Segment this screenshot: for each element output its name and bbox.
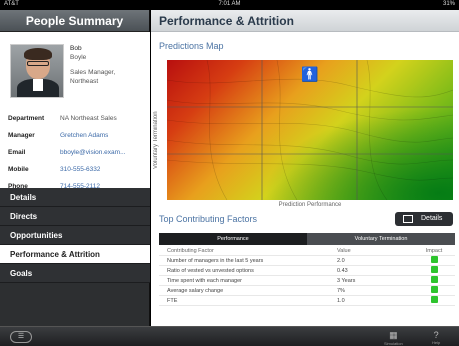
impact-indicator (430, 266, 438, 273)
email-link[interactable]: bboyle@vision.exam... (60, 149, 126, 156)
profile-card: Bob Boyle Sales Manager, Northeast Depar… (0, 32, 150, 190)
bottom-toolbar: ☰ ▦ Simulation ? Help (0, 326, 459, 346)
nav-item-opportunities[interactable]: Opportunities (0, 226, 150, 245)
department-value: NA Northeast Sales (60, 115, 117, 122)
x-axis-label: Prediction Performance (278, 202, 342, 208)
impact-indicator (430, 286, 438, 293)
avatar (10, 44, 64, 98)
impact-indicator (430, 296, 438, 303)
factor-value: 1.0 (337, 297, 345, 304)
email-label: Email (8, 149, 26, 156)
factor-tabs: Performance Voluntary Termination (159, 233, 455, 245)
col-factor: Contributing Factor (167, 247, 214, 254)
factor-value: 7% (337, 287, 345, 294)
help-icon: ? (433, 330, 439, 340)
details-icon (403, 215, 413, 223)
department-label: Department (8, 115, 45, 122)
nav-item-goals[interactable]: Goals (0, 264, 150, 283)
nav-item-performance-attrition[interactable]: Performance & Attrition (0, 245, 150, 264)
sidebar-title: People Summary (0, 10, 149, 32)
employee-marker-icon[interactable]: 🚹 (301, 66, 318, 83)
impact-indicator (430, 276, 438, 283)
tab-performance[interactable]: Performance (159, 233, 307, 245)
person-name-block: Bob Boyle Sales Manager, Northeast (70, 44, 140, 86)
table-row[interactable]: Average salary change 7% (159, 286, 455, 296)
manager-label: Manager (8, 132, 35, 139)
mobile-row[interactable]: Mobile 310-555-6332 (8, 161, 148, 178)
simulation-label: Simulation (384, 341, 403, 346)
details-button[interactable]: Details (395, 212, 453, 226)
tab-voluntary-termination[interactable]: Voluntary Termination (307, 233, 455, 245)
table-row[interactable]: Time spent with each manager 3 Years (159, 276, 455, 286)
factor-name: Average salary change (167, 287, 224, 294)
table-row[interactable]: Ratio of vested vs unvested options 0.43 (159, 266, 455, 276)
sidebar-nav: Details Directs Opportunities Performanc… (0, 188, 150, 283)
simulation-icon: ▦ (389, 330, 398, 340)
col-impact: Impact (425, 247, 443, 254)
first-name: Bob (70, 45, 82, 52)
mobile-label: Mobile (8, 166, 29, 173)
y-axis-label: Voluntary Termination (153, 111, 159, 169)
simulation-button[interactable]: ▦ Simulation (384, 330, 403, 346)
col-value: Value (337, 247, 351, 254)
page-title: Performance & Attrition (151, 10, 459, 32)
mobile-link[interactable]: 310-555-6332 (60, 166, 100, 173)
menu-button[interactable]: ☰ (10, 331, 32, 343)
factor-name: Time spent with each manager (167, 277, 242, 284)
details-button-label: Details (421, 215, 443, 222)
email-row[interactable]: Email bboyle@vision.exam... (8, 144, 148, 161)
predictions-map-title: Predictions Map (159, 41, 224, 51)
impact-indicator (430, 256, 438, 263)
factor-value: 0.43 (337, 267, 348, 274)
main-panel: Performance & Attrition Predictions Map (151, 10, 459, 326)
table-row[interactable]: Number of managers in the last 5 years 2… (159, 256, 455, 266)
heatmap[interactable]: 🚹 (167, 60, 453, 200)
nav-item-directs[interactable]: Directs (0, 207, 150, 226)
predictions-map[interactable]: 🚹 Voluntary Termination Prediction Perfo… (153, 60, 453, 208)
manager-link[interactable]: Gretchen Adams (60, 132, 108, 139)
manager-row[interactable]: Manager Gretchen Adams (8, 127, 148, 144)
factor-value: 2.0 (337, 257, 345, 264)
help-button[interactable]: ? Help (432, 330, 440, 345)
role: Sales Manager, Northeast (70, 69, 116, 85)
clock: 7:01 AM (218, 1, 241, 7)
table-header: Contributing Factor Value Impact (159, 246, 455, 256)
factor-value: 3 Years (337, 277, 356, 284)
factor-name: FTE (167, 297, 178, 304)
factors-table: Contributing Factor Value Impact Number … (159, 246, 455, 306)
department-row: Department NA Northeast Sales (8, 110, 148, 127)
contact-details: Department NA Northeast Sales Manager Gr… (8, 110, 148, 195)
last-name: Boyle (70, 54, 87, 61)
help-label: Help (432, 340, 441, 345)
nav-item-details[interactable]: Details (0, 188, 150, 207)
battery-label: 31% (442, 1, 455, 7)
table-row[interactable]: FTE 1.0 (159, 296, 455, 306)
factor-name: Number of managers in the last 5 years (167, 257, 264, 264)
factor-name: Ratio of vested vs unvested options (167, 267, 254, 274)
status-bar: AT&T 7:01 AM 31% (0, 0, 459, 10)
sidebar: People Summary Bob Boyle Sales Manager, … (0, 10, 150, 326)
factors-title: Top Contributing Factors (159, 214, 258, 224)
